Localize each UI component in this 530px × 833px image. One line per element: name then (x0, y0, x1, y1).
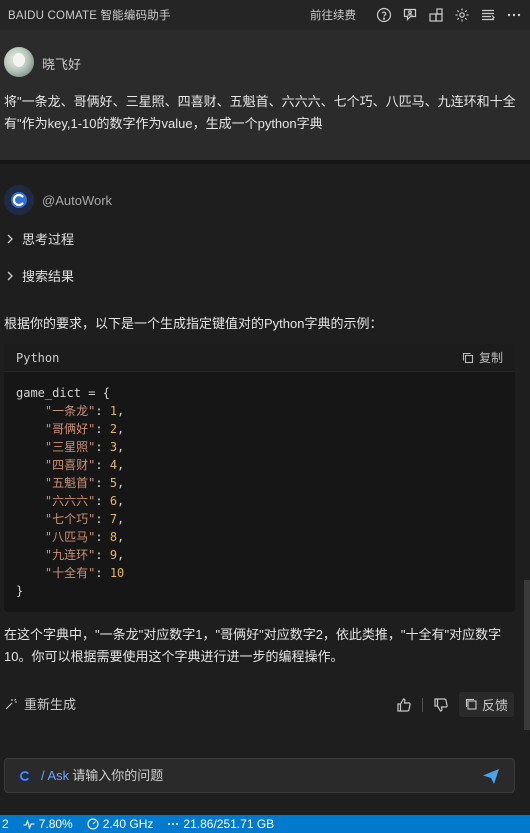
comate-logo-icon (11, 192, 27, 208)
code-line-open: game_dict = { (16, 386, 110, 400)
thumbs-down-icon[interactable] (433, 697, 449, 713)
code-block: Python 复制 game_dict = { "一条龙": 1, "哥俩好":… (4, 344, 515, 612)
code-line-entry: "哥俩好": 2, (44, 422, 125, 436)
code-value: 8 (109, 530, 118, 544)
code-line-entry: "一条龙": 1, (44, 404, 125, 418)
answer-intro: 根据你的要求，以下是一个生成指定键值对的Python字典的示例： (4, 316, 383, 331)
code-value: 4 (109, 458, 118, 472)
status-left-fragment: 2 (2, 817, 9, 831)
question-input[interactable] (72, 768, 474, 783)
feedback-icon (465, 698, 477, 710)
copy-label: 复制 (478, 351, 503, 365)
code-value: 7 (109, 512, 118, 526)
code-value: 9 (109, 548, 118, 562)
send-icon[interactable] (480, 765, 502, 787)
app-title: BAIDU COMATE 智能编码助手 (8, 10, 171, 22)
gauge-icon (87, 818, 99, 830)
feedback-person-icon[interactable] (402, 7, 418, 23)
code-value: 3 (109, 440, 118, 454)
bot-name: @AutoWork (42, 193, 113, 208)
more-icon[interactable] (506, 7, 522, 23)
code-key: "哥俩好" (44, 422, 96, 436)
comate-logo-icon (18, 768, 32, 783)
list-icon[interactable] (480, 7, 496, 23)
code-line-entry: "八匹马": 8, (44, 530, 125, 544)
copy-button[interactable]: 复制 (462, 349, 503, 366)
code-key: "五魁首" (44, 476, 96, 490)
code-line-entry: "三星照": 3, (44, 440, 125, 454)
thinking-process-label: 思考过程 (22, 232, 75, 247)
code-value: 5 (109, 476, 118, 490)
freq-status[interactable]: 2.40 GHz (87, 817, 154, 831)
user-name: 晓飞好 (42, 57, 82, 72)
code-line-entry: "六六六": 6, (44, 494, 125, 508)
memory-value: 21.86/251.71 GB (183, 817, 275, 831)
bot-avatar (4, 185, 34, 215)
status-bar: 2 7.80% 2.40 GHz 21.86/251.71 GB (0, 815, 530, 833)
code-line-entry: "五魁首": 5, (44, 476, 125, 490)
code-line-entry: "七个巧": 7, (44, 512, 125, 526)
help-icon[interactable] (376, 7, 392, 23)
thinking-process-toggle[interactable]: 思考过程 (4, 229, 74, 248)
chat-input-box[interactable]: / Ask (4, 758, 515, 793)
action-separator (421, 697, 423, 712)
code-value: 2 (109, 422, 118, 436)
code-key: "七个巧" (44, 512, 96, 526)
cpu-status[interactable]: 7.80% (23, 817, 73, 831)
sparkle-icon (5, 698, 17, 709)
regenerate-label: 重新生成 (24, 697, 77, 712)
code-key: "九连环" (44, 548, 96, 562)
ask-mode-label[interactable]: / Ask (41, 768, 69, 783)
code-value: 6 (109, 494, 118, 508)
pulse-icon (23, 819, 35, 830)
code-line-entry: "九连环": 9, (44, 548, 125, 562)
freq-value: 2.40 GHz (102, 817, 154, 831)
user-avatar (4, 47, 34, 77)
code-header: Python 复制 (4, 344, 515, 372)
memory-status[interactable]: 21.86/251.71 GB (167, 817, 274, 831)
title-bar: BAIDU COMATE 智能编码助手 前往续费 (0, 0, 530, 30)
code-language: Python (16, 350, 60, 365)
user-message-text: 将"一条龙、哥俩好、三星照、四喜财、五魁首、六六六、七个巧、八匹马、九连环和十全… (4, 94, 516, 131)
message-actions: 反馈 (386, 692, 514, 717)
code-key: "八匹马" (44, 530, 96, 544)
code-line-entry: "四喜财": 4, (44, 458, 125, 472)
code-line-entry: "十全有": 10 (44, 566, 125, 580)
code-key: "三星照" (44, 440, 96, 454)
ellipsis-icon (168, 823, 179, 825)
layout-icon[interactable] (428, 7, 444, 23)
search-results-label: 搜索结果 (22, 269, 75, 284)
cpu-value: 7.80% (38, 817, 73, 831)
code-key: "四喜财" (44, 458, 96, 472)
code-line-close: } (16, 584, 24, 598)
code-key: "一条龙" (44, 404, 96, 418)
feedback-button[interactable]: 反馈 (458, 692, 514, 717)
renew-link[interactable]: 前往续费 (310, 7, 356, 23)
code-value: 1 (109, 404, 118, 418)
gear-icon[interactable] (454, 7, 470, 23)
search-results-toggle[interactable]: 搜索结果 (4, 266, 74, 285)
copy-icon (462, 352, 474, 363)
feedback-label: 反馈 (481, 698, 508, 713)
code-key: "六六六" (44, 494, 96, 508)
chevron-right-icon (7, 234, 13, 243)
code-value: 10 (109, 566, 125, 580)
code-key: "十全有" (44, 566, 96, 580)
code-content: game_dict = { "一条龙": 1, "哥俩好": 2, "三星照":… (4, 372, 515, 612)
answer-outro: 在这个字典中，"一条龙"对应数字1，"哥俩好"对应数字2，依此类推，"十全有"对… (4, 627, 502, 664)
scrollbar-thumb[interactable] (524, 580, 530, 730)
regenerate-button[interactable]: 重新生成 (4, 694, 76, 713)
chevron-right-icon (7, 271, 13, 280)
thumbs-up-icon[interactable] (396, 697, 412, 713)
